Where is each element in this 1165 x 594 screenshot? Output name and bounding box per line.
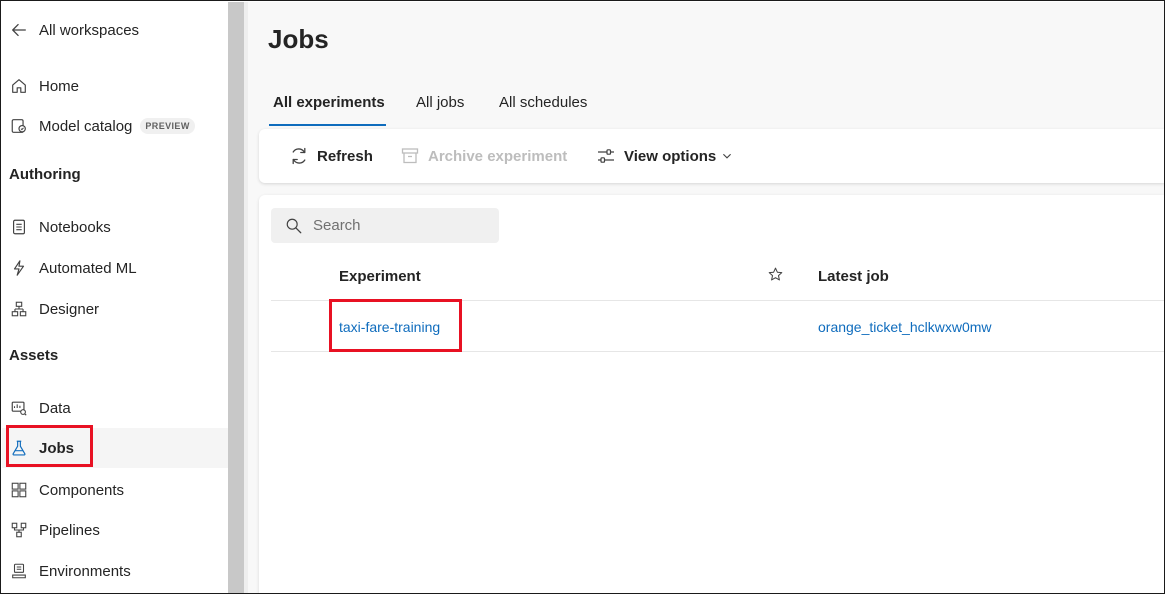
sidebar-item-pipelines[interactable]: Pipelines <box>2 510 228 550</box>
sidebar-item-label: Pipelines <box>39 521 100 539</box>
sidebar-item-jobs[interactable]: Jobs <box>2 428 228 468</box>
flask-icon <box>9 438 29 458</box>
sidebar-item-label: Designer <box>39 300 100 318</box>
latest-job-link[interactable]: orange_ticket_hclkwxw0mw <box>818 319 992 335</box>
sidebar-item-label: Data <box>39 399 71 417</box>
refresh-button[interactable]: Refresh <box>289 146 373 166</box>
experiment-link[interactable]: taxi-fare-training <box>339 319 440 335</box>
sidebar-item-label: Home <box>39 77 80 95</box>
row-divider <box>271 351 1164 352</box>
view-options-button[interactable]: View options <box>596 146 733 166</box>
sidebar-item-model-catalog[interactable]: Model catalog PREVIEW <box>2 106 228 146</box>
pipelines-icon <box>9 520 29 540</box>
sidebar-item-components[interactable]: Components <box>2 470 228 510</box>
page-title: Jobs <box>268 24 329 54</box>
sidebar-item-label: Notebooks <box>39 218 111 236</box>
model-catalog-icon <box>9 116 29 136</box>
active-tab-indicator <box>269 124 386 126</box>
column-header-latest-job[interactable]: Latest job <box>818 268 889 285</box>
archive-experiment-label: Archive experiment <box>428 147 568 165</box>
sidebar-item-home[interactable]: Home <box>2 66 228 106</box>
archive-experiment-button[interactable]: Archive experiment <box>400 146 567 166</box>
refresh-label: Refresh <box>317 147 373 165</box>
sidebar-item-label: Environments <box>39 562 131 580</box>
preview-badge: PREVIEW <box>140 118 195 134</box>
sidebar-item-label: Model catalog <box>39 117 133 135</box>
sliders-icon <box>598 149 614 163</box>
tab-all-experiments[interactable]: All experiments <box>273 94 385 111</box>
tab-all-schedules[interactable]: All schedules <box>499 94 587 111</box>
sidebar-item-data[interactable]: Data <box>2 388 228 428</box>
environments-icon <box>9 561 29 581</box>
column-header-experiment[interactable]: Experiment <box>339 268 421 285</box>
components-icon <box>9 480 29 500</box>
header-divider <box>271 300 1164 301</box>
section-authoring: Authoring <box>9 166 81 183</box>
section-assets: Assets <box>9 347 59 364</box>
search-box[interactable] <box>271 208 499 243</box>
sidebar-scrollbar[interactable] <box>228 2 244 593</box>
main-content: Jobs All experiments All jobs All schedu… <box>248 2 1164 593</box>
experiments-panel: Experiment Latest job taxi-fare-training… <box>259 195 1164 593</box>
tab-all-jobs[interactable]: All jobs <box>416 94 464 111</box>
chevron-down-icon <box>723 153 732 159</box>
refresh-icon <box>292 147 306 165</box>
sidebar-item-environments[interactable]: Environments <box>2 551 228 591</box>
archive-icon <box>401 148 419 164</box>
sidebar-item-label: Components <box>39 481 125 499</box>
command-bar: Refresh Archive experiment View options <box>259 129 1164 183</box>
left-nav: All workspaces Home Model catalog PREVIE… <box>2 2 228 593</box>
data-icon <box>9 398 29 418</box>
search-input[interactable] <box>313 217 493 234</box>
sidebar-item-label: Jobs <box>39 439 75 457</box>
sidebar-item-designer[interactable]: Designer <box>2 289 228 329</box>
all-workspaces-label: All workspaces <box>39 21 140 39</box>
automated-ml-icon <box>9 258 29 278</box>
all-workspaces-link[interactable]: All workspaces <box>2 10 228 50</box>
app-window: All workspaces Home Model catalog PREVIE… <box>0 0 1165 594</box>
favorite-star-icon[interactable] <box>767 266 784 288</box>
back-arrow-icon <box>9 20 29 40</box>
sidebar-item-notebooks[interactable]: Notebooks <box>2 207 228 247</box>
home-icon <box>9 76 29 96</box>
designer-icon <box>9 299 29 319</box>
sidebar-item-automated-ml[interactable]: Automated ML <box>2 248 228 288</box>
search-icon <box>286 218 302 233</box>
sidebar-item-label: Automated ML <box>39 259 137 277</box>
notebook-icon <box>9 217 29 237</box>
view-options-label: View options <box>624 147 717 165</box>
